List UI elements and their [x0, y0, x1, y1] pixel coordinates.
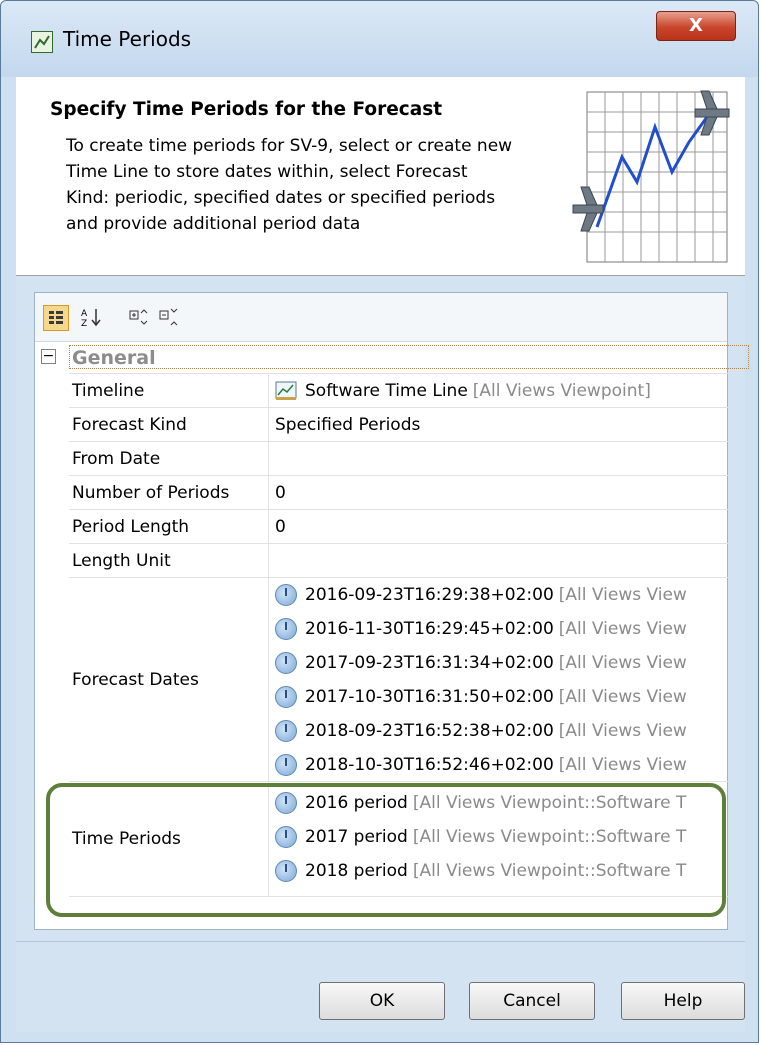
property-name: From Date	[69, 442, 269, 476]
title-bar: Time Periods X	[1, 1, 758, 77]
property-row-length-unit[interactable]: Length Unit	[69, 543, 729, 578]
property-name: Period Length	[69, 510, 269, 544]
close-button[interactable]: X	[656, 11, 736, 41]
date-scope: [All Views View	[558, 653, 687, 673]
app-icon	[31, 31, 53, 53]
date-value: 2017-09-23T16:31:34+02:00	[305, 653, 554, 673]
forecast-kind-value: Specified Periods	[275, 415, 421, 435]
header-panel: Specify Time Periods for the Forecast To…	[16, 77, 745, 276]
header-description: To create time periods for SV-9, select …	[66, 136, 513, 234]
property-value[interactable]	[269, 544, 729, 578]
help-button[interactable]: Help	[621, 982, 745, 1020]
collapse-toggle-icon[interactable]: −	[41, 349, 56, 364]
property-value[interactable]	[269, 442, 729, 476]
date-value: 2016-11-30T16:29:45+02:00	[305, 619, 554, 639]
forecast-date-item[interactable]: 2017-10-30T16:31:50+02:00 [All Views View	[269, 680, 729, 714]
forecast-date-item[interactable]: 2017-09-23T16:31:34+02:00 [All Views View	[269, 646, 729, 680]
property-value[interactable]: Software Time Line [All Views Viewpoint]	[269, 374, 729, 408]
group-general[interactable]: − General	[35, 343, 749, 373]
property-name: Length Unit	[69, 544, 269, 578]
timeline-value: Software Time Line	[305, 381, 468, 401]
property-value[interactable]: 0	[269, 476, 729, 510]
time-periods-dialog: Time Periods X Specify Time Periods for …	[0, 0, 759, 1043]
forecast-date-item[interactable]: 2018-10-30T16:52:46+02:00 [All Views View	[269, 748, 729, 782]
forecast-date-item[interactable]: 2016-11-30T16:29:45+02:00 [All Views View	[269, 612, 729, 646]
forecast-chart-graphic	[567, 87, 737, 267]
property-name: Timeline	[69, 374, 269, 408]
date-scope: [All Views View	[558, 755, 687, 775]
group-label: General	[69, 345, 749, 369]
ok-button[interactable]: OK	[319, 982, 445, 1020]
forecast-date-item[interactable]: 2016-09-23T16:29:38+02:00 [All Views View	[269, 578, 729, 612]
clock-icon	[275, 652, 297, 674]
window-title: Time Periods	[63, 27, 192, 51]
clock-icon	[275, 720, 297, 742]
header-title: Specify Time Periods for the Forecast	[50, 99, 443, 120]
date-value: 2018-10-30T16:52:46+02:00	[305, 755, 554, 775]
property-row-number-of-periods[interactable]: Number of Periods 0	[69, 475, 729, 510]
from-date-value	[269, 442, 729, 476]
property-row-forecast-kind[interactable]: Forecast Kind Specified Periods	[69, 407, 729, 442]
date-scope: [All Views View	[558, 721, 687, 741]
cancel-button[interactable]: Cancel	[469, 982, 595, 1020]
time-periods-highlight	[46, 783, 726, 917]
date-value: 2018-09-23T16:52:38+02:00	[305, 721, 554, 741]
date-value: 2017-10-30T16:31:50+02:00	[305, 687, 554, 707]
clock-icon	[275, 754, 297, 776]
property-toolbar: AZ	[35, 293, 727, 342]
property-row-from-date[interactable]: From Date	[69, 441, 729, 476]
dialog-footer: OK Cancel Help	[16, 941, 745, 1032]
property-row-timeline[interactable]: Timeline Software Time Line [All Views V…	[69, 373, 729, 408]
svg-text:Z: Z	[81, 319, 87, 329]
date-scope: [All Views View	[558, 619, 687, 639]
content-area: AZ − General Timeline Software Time Line…	[16, 276, 749, 941]
date-scope: [All Views View	[558, 585, 687, 605]
property-row-forecast-dates[interactable]: Forecast Dates 2016-09-23T16:29:38+02:00…	[69, 577, 729, 782]
date-value: 2016-09-23T16:29:38+02:00	[305, 585, 554, 605]
clock-icon	[275, 686, 297, 708]
timeline-scope: [All Views Viewpoint]	[472, 381, 651, 401]
date-scope: [All Views View	[558, 687, 687, 707]
property-row-period-length[interactable]: Period Length 0	[69, 509, 729, 544]
property-value[interactable]: 2016-09-23T16:29:38+02:00 [All Views View…	[269, 578, 729, 782]
timeline-icon	[275, 381, 297, 401]
property-value[interactable]: Specified Periods	[269, 408, 729, 442]
property-value[interactable]: 0	[269, 510, 729, 544]
forecast-date-item[interactable]: 2018-09-23T16:52:38+02:00 [All Views View	[269, 714, 729, 748]
expand-all-icon[interactable]	[127, 305, 153, 331]
length-unit-value	[269, 544, 729, 578]
property-name: Forecast Dates	[69, 578, 269, 782]
collapse-all-icon[interactable]	[157, 305, 183, 331]
sort-alphabetically-icon[interactable]: AZ	[79, 305, 105, 331]
clock-icon	[275, 618, 297, 640]
clock-icon	[275, 584, 297, 606]
period-length-value: 0	[275, 517, 286, 537]
number-of-periods-value: 0	[275, 483, 286, 503]
svg-text:A: A	[81, 309, 88, 319]
property-name: Forecast Kind	[69, 408, 269, 442]
categorized-view-icon[interactable]	[43, 305, 69, 331]
property-name: Number of Periods	[69, 476, 269, 510]
